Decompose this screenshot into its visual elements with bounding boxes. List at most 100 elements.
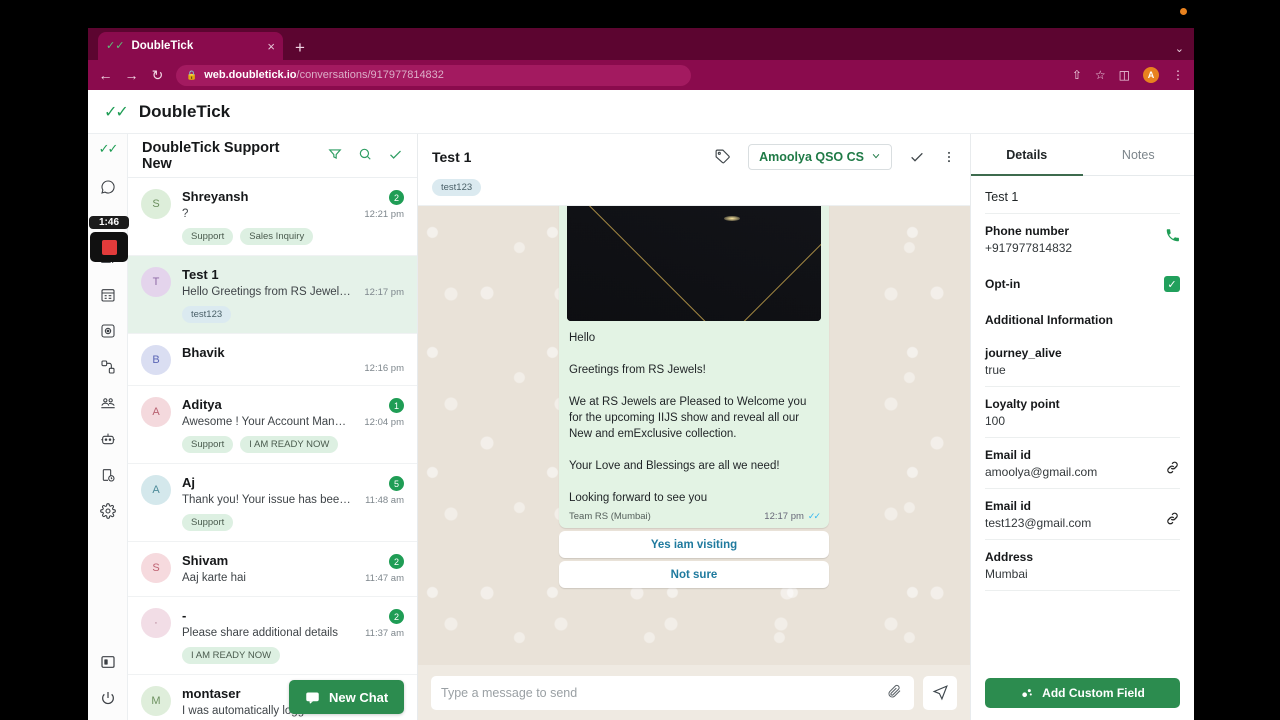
- browser-toolbar: ← → ↻ 🔒 web.doubletick.io/conversations/…: [88, 60, 1194, 90]
- conversation-time: 11:37 am: [365, 628, 404, 639]
- conversation-tag: I AM READY NOW: [182, 647, 281, 664]
- message-sender: Team RS (Mumbai): [569, 511, 651, 522]
- sidebar-item-flow[interactable]: [95, 353, 121, 381]
- conversation-tags: Support Sales Inquiry: [182, 228, 352, 245]
- conversation-name: -: [182, 608, 187, 623]
- message-group: Hello Greetings from RS Jewels! We at RS…: [559, 206, 829, 588]
- tag-icon[interactable]: [714, 148, 731, 165]
- search-icon[interactable]: [358, 147, 372, 164]
- sidebar-item-settings[interactable]: [95, 497, 121, 525]
- link-icon[interactable]: [1165, 460, 1180, 478]
- paperclip-icon[interactable]: [886, 683, 902, 703]
- conversation-time: 12:04 pm: [364, 417, 404, 428]
- tabstrip-chevron-down-icon[interactable]: ⌄: [1175, 42, 1184, 55]
- message-area[interactable]: Hello Greetings from RS Jewels! We at RS…: [418, 206, 970, 665]
- resolve-conversation-check-icon[interactable]: [909, 149, 925, 165]
- field-label: journey_alive: [985, 346, 1062, 360]
- details-field-address: Address Mumbai: [985, 540, 1180, 591]
- additional-info-label: Additional Information: [985, 313, 1113, 327]
- details-panel: Details Notes Test 1 Phone number +917977…: [970, 134, 1194, 720]
- unread-badge: 2: [389, 190, 404, 205]
- details-additional-info-title: Additional Information: [985, 303, 1180, 336]
- sidebar-item-bot[interactable]: [95, 425, 121, 453]
- quick-reply-button[interactable]: Not sure: [559, 561, 829, 588]
- logout-power-button[interactable]: [95, 684, 121, 712]
- quick-reply-button[interactable]: Yes iam visiting: [559, 531, 829, 558]
- tab-notes[interactable]: Notes: [1083, 134, 1195, 175]
- forward-button[interactable]: →: [124, 68, 139, 82]
- new-chat-button[interactable]: New Chat: [289, 680, 405, 714]
- mark-all-read-check-icon[interactable]: [388, 147, 403, 165]
- message-image-black-gold-chevron[interactable]: [567, 206, 821, 321]
- link-icon[interactable]: [1165, 511, 1180, 529]
- address-bar[interactable]: 🔒 web.doubletick.io/conversations/917977…: [176, 64, 691, 86]
- collapse-panel-button[interactable]: [95, 648, 121, 676]
- side-panel-icon[interactable]: ◫: [1119, 69, 1130, 81]
- tab-details[interactable]: Details: [971, 134, 1083, 176]
- field-value: +917977814832: [985, 241, 1073, 255]
- chat-header-row: Test 1 Amoolya QSO CS: [432, 134, 956, 179]
- details-field-email-1: Email id amoolya@gmail.com: [985, 438, 1180, 489]
- message-bubble-outgoing: Hello Greetings from RS Jewels! We at RS…: [559, 206, 829, 528]
- conversation-list-item[interactable]: · - Please share additional details I AM RE…: [128, 597, 417, 675]
- screen: ✓✓ DoubleTick × + ⌄ ← → ↻ 🔒 web.doubleti…: [0, 0, 1280, 720]
- recording-timer: 1:46: [89, 216, 129, 229]
- sidebar-item-analytics[interactable]: [95, 317, 121, 345]
- send-button[interactable]: [923, 675, 957, 710]
- tab-close-icon[interactable]: ×: [267, 40, 275, 53]
- call-icon[interactable]: [1165, 228, 1180, 246]
- optin-checkbox[interactable]: ✓: [1164, 276, 1180, 292]
- add-custom-field-button[interactable]: Add Custom Field: [985, 678, 1180, 708]
- conversation-list-item[interactable]: A Aditya Awesome ! Your Account Manage... S…: [128, 386, 417, 464]
- conversation-name: Shreyansh: [182, 189, 249, 204]
- conversation-list-item[interactable]: A Aj Thank you! Your issue has been n... Su…: [128, 464, 417, 542]
- sidebar-item-team[interactable]: [95, 389, 121, 417]
- avatar: B: [141, 345, 171, 375]
- assignee-dropdown[interactable]: Amoolya QSO CS: [748, 143, 892, 170]
- address-bar-url: web.doubletick.io/conversations/91797781…: [204, 69, 444, 81]
- avatar: T: [141, 267, 171, 297]
- url-domain: web.doubletick.io: [204, 69, 297, 81]
- back-button[interactable]: ←: [98, 68, 113, 82]
- browser-tab[interactable]: ✓✓ DoubleTick ×: [98, 32, 283, 60]
- share-icon[interactable]: ⇧: [1072, 69, 1082, 81]
- sidebar-item-tasks[interactable]: [95, 461, 121, 489]
- conversation-list-item[interactable]: S Shivam Aaj karte hai 11:47 am 2: [128, 542, 417, 597]
- conversation-tag: Sales Inquiry: [240, 228, 314, 245]
- conversation-time: 12:17 pm: [364, 287, 404, 298]
- app-logo-double-check-icon: ✓✓: [104, 103, 129, 121]
- message-input-wrapper[interactable]: [431, 675, 914, 710]
- sidebar-item-campaign[interactable]: [95, 281, 121, 309]
- reload-button[interactable]: ↻: [150, 68, 165, 82]
- field-value: amoolya@gmail.com: [985, 465, 1098, 479]
- new-tab-button[interactable]: +: [295, 39, 305, 56]
- url-path: /conversations/917977814832: [296, 69, 444, 81]
- message-input[interactable]: [441, 685, 886, 700]
- browser-menu-icon[interactable]: ⋮: [1172, 69, 1184, 81]
- screen-recorder-widget: 1:46: [88, 216, 132, 262]
- avatar: A: [141, 475, 171, 505]
- lock-icon: 🔒: [186, 69, 198, 80]
- conversation-preview: ?: [182, 208, 189, 220]
- chat-more-vertical-icon[interactable]: [942, 150, 956, 164]
- profile-avatar[interactable]: A: [1143, 67, 1159, 83]
- conversation-list-scroll[interactable]: S Shreyansh? Support Sales Inquiry 12:21 pm 2…: [128, 178, 417, 720]
- chat-panel: Test 1 Amoolya QSO CS test123 Hello Gree…: [418, 134, 970, 720]
- filter-icon[interactable]: [328, 147, 342, 164]
- conversation-list-item[interactable]: T Test 1 Hello Greetings from RS Jewels! W…: [128, 256, 417, 334]
- stop-recording-button[interactable]: [90, 232, 128, 262]
- chat-header: Test 1 Amoolya QSO CS test123: [418, 134, 970, 206]
- chat-tag[interactable]: test123: [432, 179, 482, 196]
- field-label: Loyalty point: [985, 397, 1060, 411]
- avatar: A: [141, 397, 171, 427]
- unread-badge: 1: [389, 398, 404, 413]
- sidebar-item-whatsapp[interactable]: [95, 173, 121, 201]
- bookmark-star-icon[interactable]: ☆: [1095, 69, 1106, 81]
- new-chat-label: New Chat: [329, 689, 389, 705]
- optin-label: Opt-in: [985, 277, 1021, 291]
- quick-reply-list: Yes iam visiting Not sure: [559, 531, 829, 588]
- unread-badge: 5: [389, 476, 404, 491]
- message-composer: [418, 665, 970, 720]
- conversation-list-item[interactable]: B Bhavik 12:16 pm: [128, 334, 417, 386]
- conversation-list-item[interactable]: S Shreyansh? Support Sales Inquiry 12:21 pm 2: [128, 178, 417, 256]
